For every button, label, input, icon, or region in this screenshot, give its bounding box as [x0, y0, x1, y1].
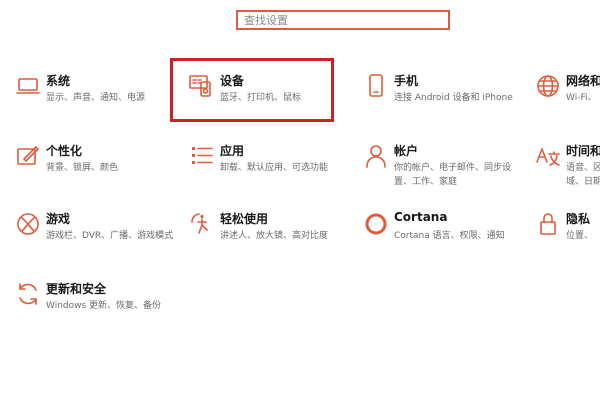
- tile-devices[interactable]: 设备 蓝牙、打印机、鼠标: [188, 72, 328, 128]
- tile-desc: 显示、声音、通知、电源: [46, 93, 146, 103]
- tile-privacy[interactable]: 隐私 位置、: [534, 210, 600, 266]
- phone-icon: [362, 72, 390, 100]
- tile-title: 系统: [46, 74, 71, 88]
- tile-desc: 蓝牙、打印机、鼠标: [220, 93, 302, 103]
- tile-title: 隐私: [566, 212, 591, 226]
- accessibility-icon: [188, 210, 216, 238]
- search-input[interactable]: [238, 12, 448, 28]
- tile-desc: 卸载、默认应用、可选功能: [220, 163, 329, 173]
- tile-gaming[interactable]: 游戏 游戏栏、DVR、广播、游戏模式: [14, 210, 174, 266]
- tile-apps[interactable]: 应用 卸载、默认应用、可选功能: [188, 142, 338, 198]
- tile-desc: 背景、锁屏、颜色: [46, 163, 119, 173]
- tile-title: 时间和: [566, 144, 600, 158]
- tile-cortana[interactable]: Cortana Cortana 语言、权限、通知: [362, 210, 522, 266]
- tile-title: 应用: [220, 144, 245, 158]
- paint-icon: [14, 142, 42, 170]
- tile-desc: Windows 更新、恢复、备份: [46, 301, 162, 311]
- tile-title: 游戏: [46, 212, 71, 226]
- person-icon: [362, 142, 390, 170]
- apps-list-icon: [188, 142, 216, 170]
- tile-desc: 连接 Android 设备和 iPhone: [394, 93, 513, 103]
- tile-network[interactable]: 网络和 Wi-Fi、: [534, 72, 600, 128]
- tile-update-security[interactable]: 更新和安全 Windows 更新、恢复、备份: [14, 280, 174, 336]
- tile-desc: 位置、: [566, 231, 594, 241]
- tile-title: 手机: [394, 74, 419, 88]
- tile-desc: 语音、区域、日期: [566, 163, 600, 187]
- tile-desc: Cortana 语言、权限、通知: [394, 231, 505, 241]
- tile-ease-of-access[interactable]: 轻松使用 讲述人、放大镜、高对比度: [188, 210, 348, 266]
- tile-title: 设备: [220, 74, 245, 88]
- tile-time-language[interactable]: 时间和 语音、区域、日期: [534, 142, 600, 198]
- tile-system[interactable]: 系统 显示、声音、通知、电源: [14, 72, 164, 128]
- tile-phone[interactable]: 手机 连接 Android 设备和 iPhone: [362, 72, 522, 128]
- cortana-icon: [362, 210, 390, 238]
- xbox-icon: [14, 210, 42, 238]
- search-box[interactable]: [236, 10, 450, 30]
- language-icon: [534, 142, 562, 170]
- tile-title: 更新和安全: [46, 282, 107, 296]
- tile-title: 帐户: [394, 144, 419, 158]
- globe-icon: [534, 72, 562, 100]
- tile-title: 网络和: [566, 74, 600, 88]
- lock-icon: [534, 210, 562, 238]
- laptop-icon: [14, 72, 42, 100]
- devices-icon: [188, 72, 216, 100]
- tile-desc: Wi-Fi、: [566, 93, 597, 103]
- tile-title: 轻松使用: [220, 212, 269, 226]
- sync-icon: [14, 280, 42, 308]
- tile-desc: 讲述人、放大镜、高对比度: [220, 231, 329, 241]
- tile-desc: 游戏栏、DVR、广播、游戏模式: [46, 231, 174, 241]
- tile-title: Cortana: [394, 210, 448, 224]
- tile-accounts[interactable]: 帐户 你的帐户、电子邮件、同步设置、工作、家庭: [362, 142, 522, 198]
- tile-personalization[interactable]: 个性化 背景、锁屏、颜色: [14, 142, 164, 198]
- tile-title: 个性化: [46, 144, 83, 158]
- tile-desc: 你的帐户、电子邮件、同步设置、工作、家庭: [394, 163, 512, 187]
